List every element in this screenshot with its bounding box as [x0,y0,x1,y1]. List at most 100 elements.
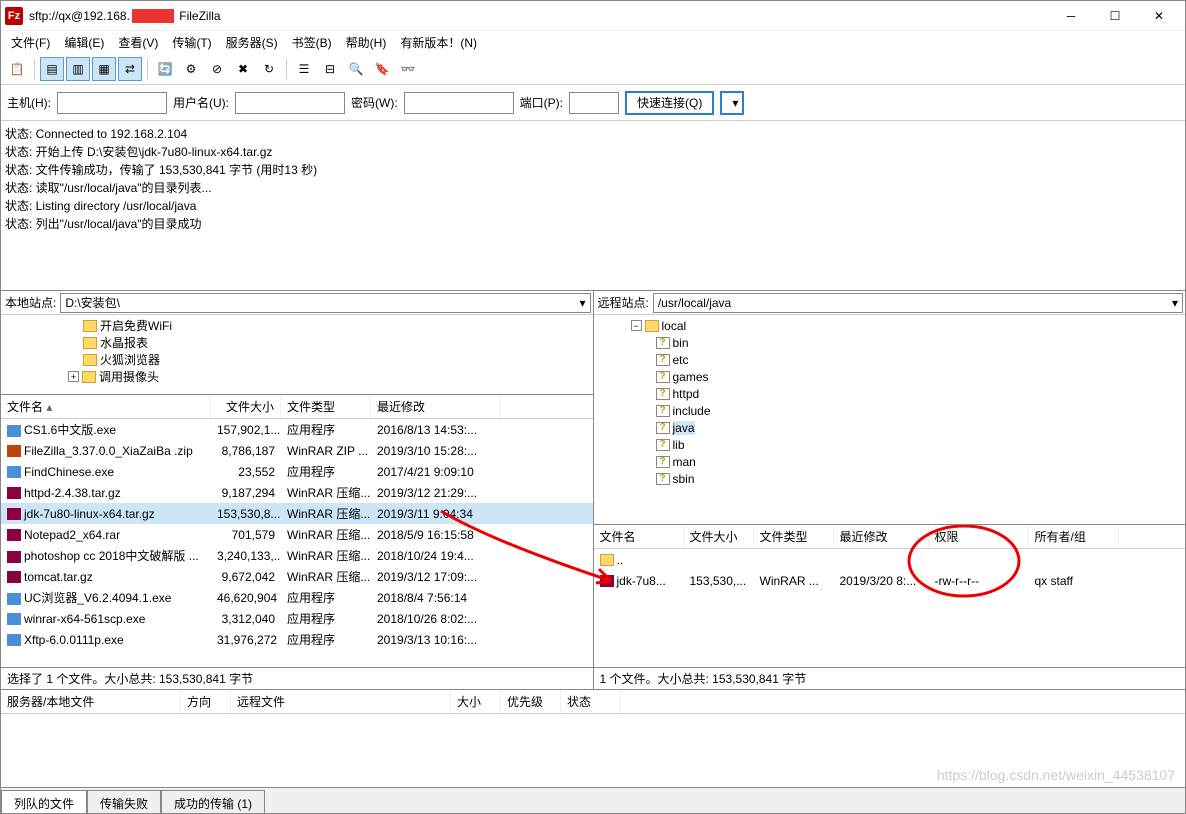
host-input[interactable] [57,92,167,114]
sync-browse-icon[interactable]: ⇄ [118,57,142,81]
file-row[interactable]: Xftp-6.0.0111p.exe31,976,272应用程序2019/3/1… [1,629,593,650]
host-label: 主机(H): [7,94,51,111]
menu-edit[interactable]: 编辑(E) [58,32,110,53]
log-line: 状态: 开始上传 D:\安装包\jdk-7u80-linux-x64.tar.g… [5,143,1181,161]
qcol-remote[interactable]: 远程文件 [231,690,451,713]
app-icon: Fz [5,7,23,25]
disconnect-icon[interactable]: ✖ [231,57,255,81]
toggle-log-icon[interactable]: ▤ [40,57,64,81]
col-type[interactable]: 文件类型 [754,525,834,548]
collapse-icon[interactable]: − [631,320,642,331]
file-row[interactable]: FindChinese.exe23,552应用程序2017/4/21 9:09:… [1,461,593,482]
file-row[interactable]: Notepad2_x64.rar701,579WinRAR 压缩...2018/… [1,524,593,545]
port-input[interactable] [569,92,619,114]
toggle-queue-icon[interactable]: ▦ [92,57,116,81]
window-title: sftp://qx@192.168.xx FileZilla [29,9,1049,23]
compare-icon[interactable]: ⊟ [318,57,342,81]
pass-input[interactable] [404,92,514,114]
quickconnect-dropdown[interactable]: ▾ [720,91,744,115]
local-tree[interactable]: 开启免费WiFi 水晶报表 火狐浏览器 +调用摄像头 [1,315,593,395]
file-row[interactable]: jdk-7u8...153,530,...WinRAR ...2019/3/20… [594,570,1186,591]
menu-help[interactable]: 帮助(H) [340,32,393,53]
toggle-tree-icon[interactable]: ▥ [66,57,90,81]
reconnect-icon[interactable]: ↻ [257,57,281,81]
menu-file[interactable]: 文件(F) [5,32,56,53]
log-line: 状态: 读取"/usr/local/java"的目录列表... [5,179,1181,197]
file-row[interactable]: winrar-x64-561scp.exe3,312,040应用程序2018/1… [1,608,593,629]
cancel-icon[interactable]: ⊘ [205,57,229,81]
redacted-ip: xx [132,9,174,23]
user-input[interactable] [235,92,345,114]
menu-bookmarks[interactable]: 书签(B) [286,32,338,53]
toolbar: 📋 ▤ ▥ ▦ ⇄ 🔄 ⚙ ⊘ ✖ ↻ ☰ ⊟ 🔍 🔖 👓 [1,53,1185,85]
tree-item[interactable]: ?bin [596,334,1184,351]
tree-item[interactable]: ?include [596,402,1184,419]
menu-server[interactable]: 服务器(S) [220,32,284,53]
file-row[interactable]: UC浏览器_V6.2.4094.1.exe46,620,904应用程序2018/… [1,587,593,608]
titlebar: Fz sftp://qx@192.168.xx FileZilla ─ ☐ ✕ [1,1,1185,31]
local-pane: 本地站点: D:\安装包\▾ 开启免费WiFi 水晶报表 火狐浏览器 +调用摄像… [1,291,594,689]
filter-icon[interactable]: ☰ [292,57,316,81]
col-filename[interactable]: 文件名 [1,395,211,418]
quickconnect-bar: 主机(H): 用户名(U): 密码(W): 端口(P): 快速连接(Q) ▾ [1,85,1185,121]
col-type[interactable]: 文件类型 [281,395,371,418]
qcol-server[interactable]: 服务器/本地文件 [1,690,181,713]
process-queue-icon[interactable]: ⚙ [179,57,203,81]
bookmark-icon[interactable]: 🔖 [370,57,394,81]
tree-item[interactable]: ?games [596,368,1184,385]
chevron-down-icon[interactable]: ▾ [579,296,585,310]
tab-failed[interactable]: 传输失败 [87,790,161,813]
col-modified[interactable]: 最近修改 [371,395,501,418]
remote-path-input[interactable]: /usr/local/java▾ [653,293,1183,313]
file-row[interactable]: httpd-2.4.38.tar.gz9,187,294WinRAR 压缩...… [1,482,593,503]
remote-file-list[interactable]: 文件名 文件大小 文件类型 最近修改 权限 所有者/组 ..jdk-7u8...… [594,525,1186,667]
file-row[interactable]: jdk-7u80-linux-x64.tar.gz153,530,8...Win… [1,503,593,524]
log-line: 状态: Listing directory /usr/local/java [5,197,1181,215]
tree-item[interactable]: ?httpd [596,385,1184,402]
tree-item[interactable]: ?sbin [596,470,1184,487]
tree-item[interactable]: ?java [596,419,1184,436]
col-size[interactable]: 文件大小 [684,525,754,548]
menu-view[interactable]: 查看(V) [112,32,164,53]
file-row[interactable]: FileZilla_3.37.0.0_XiaZaiBa .zip8,786,18… [1,440,593,461]
file-row[interactable]: photoshop cc 2018中文破解版 ...3,240,133,...W… [1,545,593,566]
file-row[interactable]: .. [594,549,1186,570]
find-icon[interactable]: 👓 [396,57,420,81]
col-filename[interactable]: 文件名 [594,525,684,548]
remote-site-label: 远程站点: [594,294,653,311]
qcol-status[interactable]: 状态 [561,690,621,713]
tree-item[interactable]: ?etc [596,351,1184,368]
menubar: 文件(F) 编辑(E) 查看(V) 传输(T) 服务器(S) 书签(B) 帮助(… [1,31,1185,53]
sitemanager-icon[interactable]: 📋 [5,57,29,81]
col-modified[interactable]: 最近修改 [834,525,929,548]
col-permissions[interactable]: 权限 [929,525,1029,548]
tree-item[interactable]: ?lib [596,436,1184,453]
chevron-down-icon[interactable]: ▾ [1172,296,1178,310]
tab-queued[interactable]: 列队的文件 [1,790,87,813]
qcol-direction[interactable]: 方向 [181,690,231,713]
minimize-button[interactable]: ─ [1049,2,1093,30]
maximize-button[interactable]: ☐ [1093,2,1137,30]
close-button[interactable]: ✕ [1137,2,1181,30]
log-line: 状态: Connected to 192.168.2.104 [5,125,1181,143]
col-owner[interactable]: 所有者/组 [1029,525,1119,548]
qcol-priority[interactable]: 优先级 [501,690,561,713]
file-row[interactable]: tomcat.tar.gz9,672,042WinRAR 压缩...2019/3… [1,566,593,587]
search-icon[interactable]: 🔍 [344,57,368,81]
remote-tree[interactable]: −local ?bin?etc?games?httpd?include?java… [594,315,1186,525]
menu-update[interactable]: 有新版本！(N) [394,32,483,53]
qcol-size[interactable]: 大小 [451,690,501,713]
file-row[interactable]: CS1.6中文版.exe157,902,1...应用程序2016/8/13 14… [1,419,593,440]
menu-transfer[interactable]: 传输(T) [166,32,217,53]
log-panel[interactable]: 状态: Connected to 192.168.2.104 状态: 开始上传 … [1,121,1185,291]
queue-tabs: 列队的文件 传输失败 成功的传输 (1) [1,787,1185,813]
col-size[interactable]: 文件大小 [211,395,281,418]
local-path-input[interactable]: D:\安装包\▾ [60,293,590,313]
remote-pane: 远程站点: /usr/local/java▾ −local ?bin?etc?g… [594,291,1186,689]
tab-success[interactable]: 成功的传输 (1) [161,790,265,813]
quickconnect-button[interactable]: 快速连接(Q) [625,91,714,115]
expand-icon[interactable]: + [68,371,79,382]
refresh-icon[interactable]: 🔄 [153,57,177,81]
tree-item[interactable]: ?man [596,453,1184,470]
local-file-list[interactable]: 文件名 文件大小 文件类型 最近修改 CS1.6中文版.exe157,902,1… [1,395,593,667]
